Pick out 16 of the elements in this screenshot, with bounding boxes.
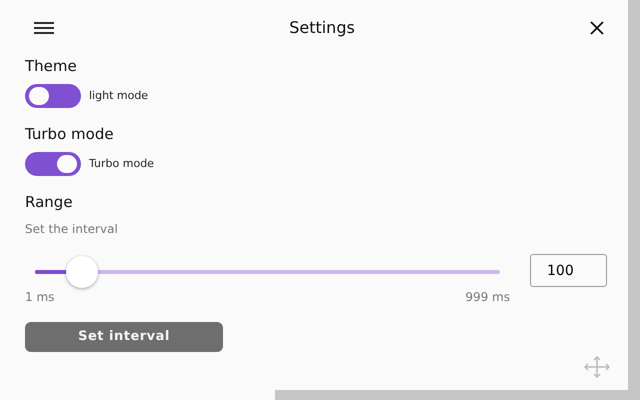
toggle-label: Turbo mode [89,156,154,172]
toggle-switch[interactable] [25,152,81,176]
window-title: Settings [289,17,355,39]
menu-icon[interactable] [34,22,54,34]
max-label: 999 ms [465,289,510,306]
hint-text: Set the interval [25,221,119,238]
section-heading: Range [25,192,74,212]
value-field[interactable]: 100 [530,254,607,287]
set-interval-button[interactable]: Set interval [25,322,223,352]
section-heading: Turbo mode [25,124,115,144]
close-icon[interactable] [590,21,604,35]
min-label: 1 ms [25,289,54,306]
toggle-label: light mode [89,88,148,104]
section-heading: Theme [25,56,78,76]
slider-thumb[interactable] [66,256,98,288]
toggle-switch[interactable] [25,84,81,108]
